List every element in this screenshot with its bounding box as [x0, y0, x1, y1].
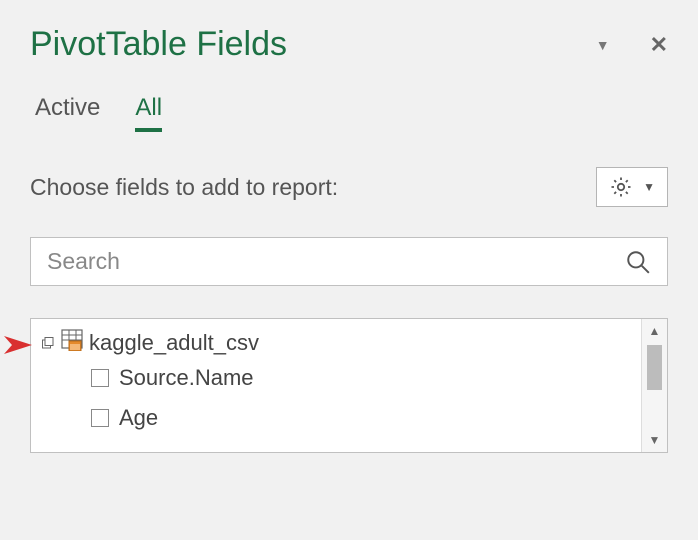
- table-name-label: kaggle_adult_csv: [89, 330, 259, 356]
- field-checkbox[interactable]: [91, 409, 109, 427]
- field-label: Age: [119, 405, 158, 431]
- search-icon: [625, 249, 651, 275]
- gear-icon: [609, 175, 633, 199]
- collapse-toggle-icon[interactable]: [41, 336, 55, 350]
- tree-table-node[interactable]: kaggle_adult_csv: [41, 327, 641, 359]
- tools-caret-icon: ▼: [643, 180, 655, 194]
- pivot-table-fields-pane: PivotTable Fields ▼ ✕ Active All Choose …: [0, 0, 698, 453]
- table-icon: [61, 329, 83, 357]
- scroll-down-arrow-icon[interactable]: ▼: [642, 428, 667, 452]
- header-controls: ▼ ✕: [596, 32, 668, 58]
- tab-active[interactable]: Active: [35, 94, 100, 132]
- tree-field-item[interactable]: Source.Name: [41, 365, 641, 391]
- header: PivotTable Fields ▼ ✕: [30, 25, 668, 64]
- scroll-track[interactable]: [642, 343, 667, 428]
- field-label: Source.Name: [119, 365, 254, 391]
- close-icon[interactable]: ✕: [650, 32, 668, 58]
- scroll-thumb[interactable]: [647, 345, 662, 390]
- header-dropdown-caret-icon[interactable]: ▼: [596, 37, 610, 53]
- field-checkbox[interactable]: [91, 369, 109, 387]
- tree-field-item[interactable]: Age: [41, 405, 641, 431]
- field-list-content: kaggle_adult_csv Source.Name Age: [31, 319, 641, 452]
- tools-button[interactable]: ▼: [596, 167, 668, 207]
- search-box[interactable]: [30, 237, 668, 286]
- pane-title: PivotTable Fields: [30, 25, 287, 64]
- tabs: Active All: [30, 94, 668, 132]
- scrollbar: ▲ ▼: [641, 319, 667, 452]
- search-input[interactable]: [47, 248, 625, 275]
- field-list: kaggle_adult_csv Source.Name Age ▲ ▼: [30, 318, 668, 453]
- choose-fields-row: Choose fields to add to report: ▼: [30, 167, 668, 207]
- scroll-up-arrow-icon[interactable]: ▲: [642, 319, 667, 343]
- choose-fields-label: Choose fields to add to report:: [30, 174, 338, 201]
- tab-all[interactable]: All: [135, 94, 162, 132]
